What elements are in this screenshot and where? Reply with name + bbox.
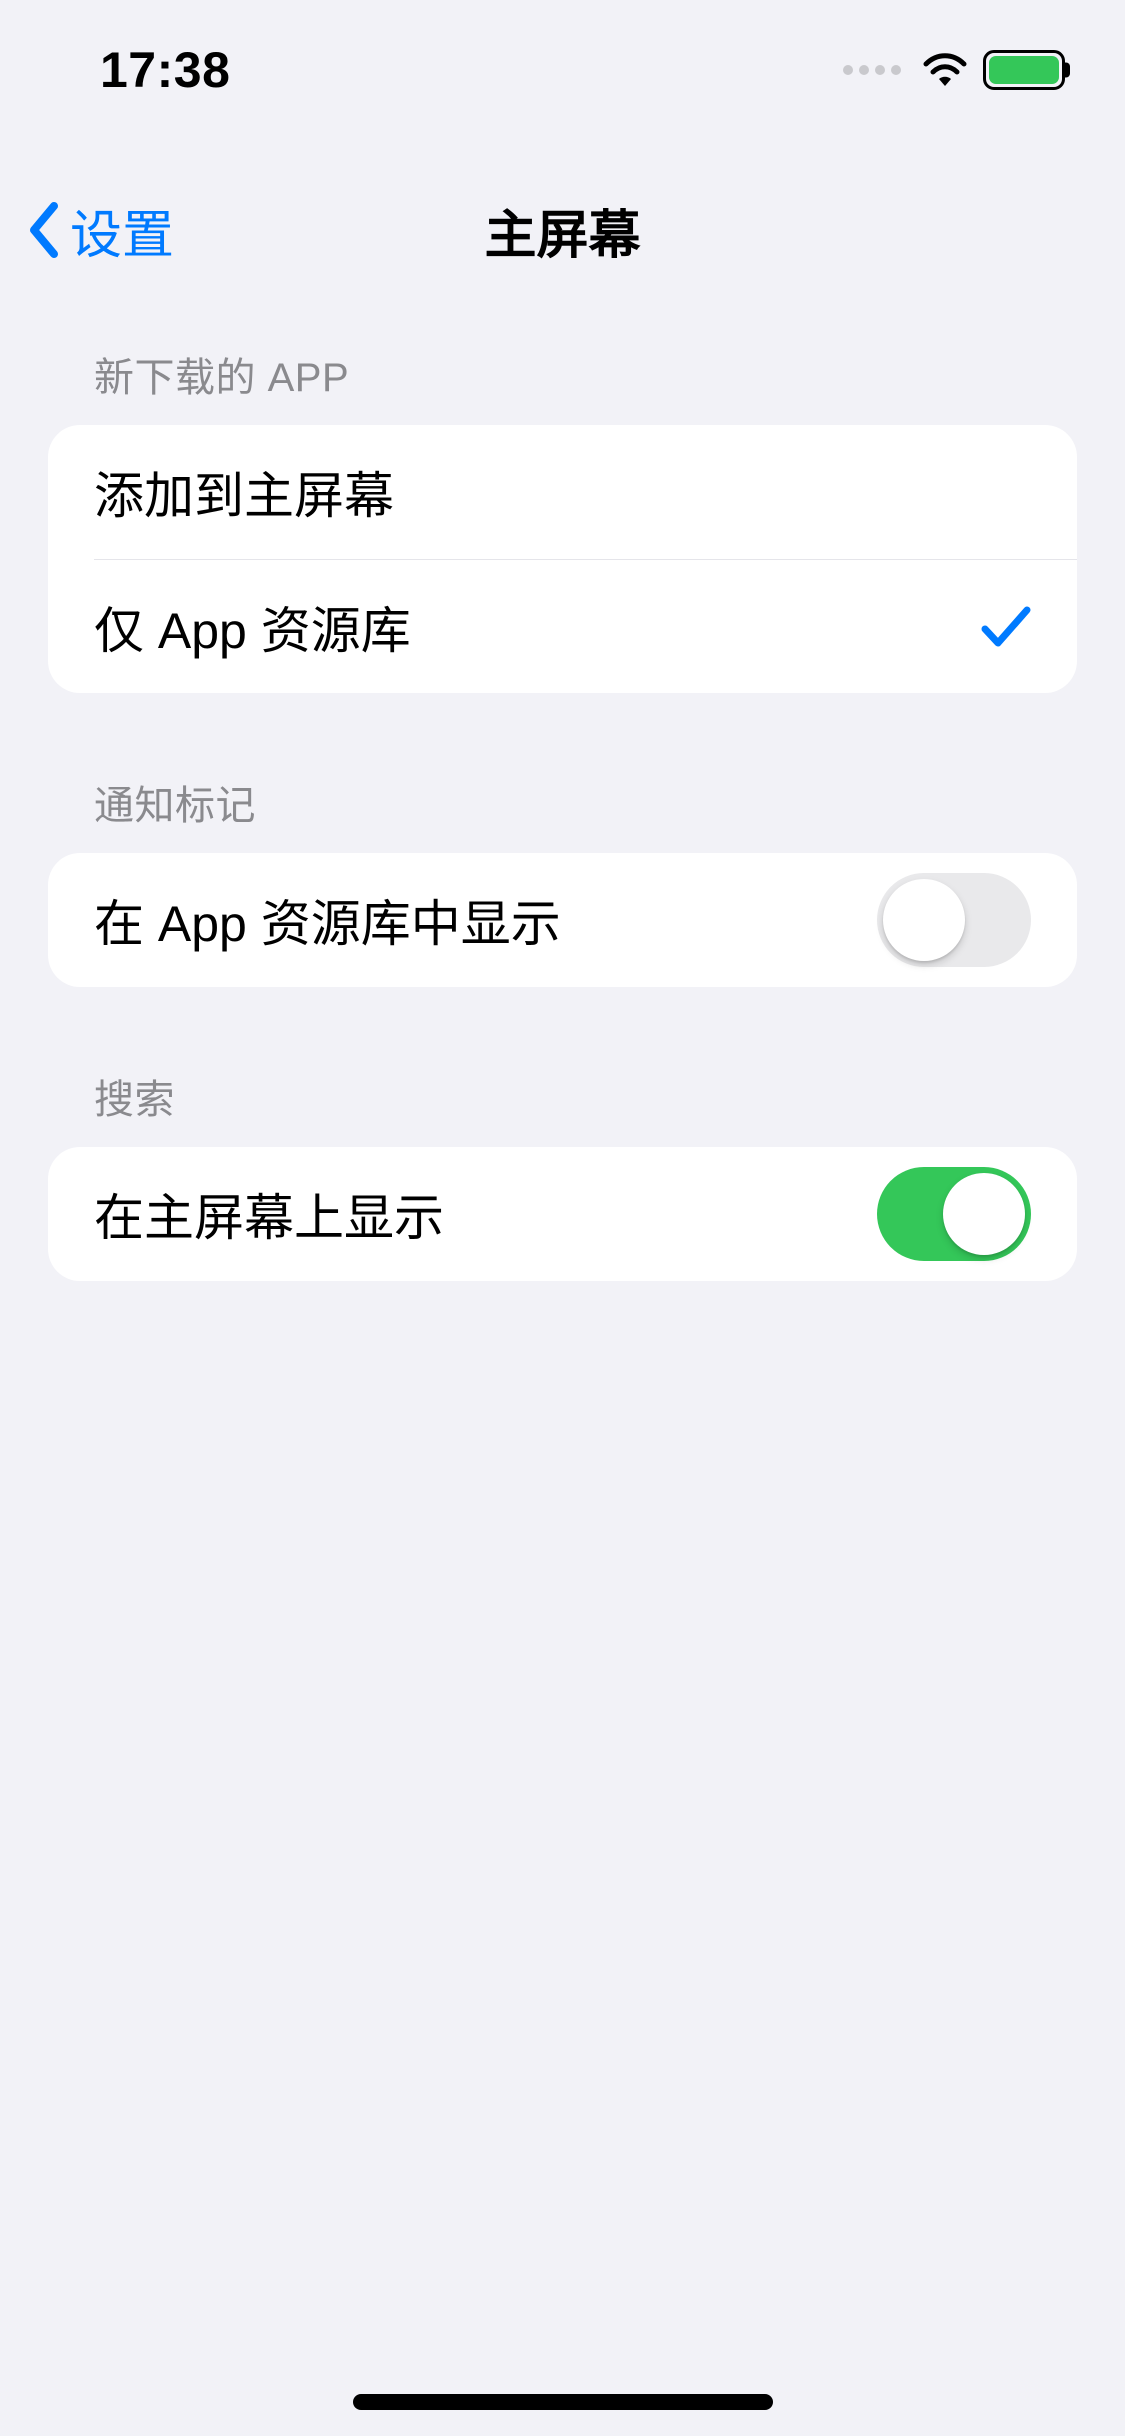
- option-add-to-home[interactable]: 添加到主屏幕: [48, 425, 1077, 559]
- option-label: 添加到主屏幕: [94, 456, 394, 528]
- group-notification-badges: 在 App 资源库中显示: [48, 853, 1077, 987]
- toggle-show-on-home-screen[interactable]: [877, 1167, 1031, 1261]
- wifi-icon: [921, 52, 969, 88]
- back-button[interactable]: 设置: [20, 160, 184, 300]
- checkmark-icon: [981, 605, 1031, 649]
- section-header-notification-badges: 通知标记: [48, 773, 1077, 853]
- status-right: [843, 50, 1065, 90]
- cellular-dots-icon: [843, 65, 901, 75]
- content: 新下载的 APP 添加到主屏幕 仅 App 资源库 通知标记 在 App 资源库…: [0, 345, 1125, 1361]
- group-search: 在主屏幕上显示: [48, 1147, 1077, 1281]
- home-indicator[interactable]: [353, 2394, 773, 2410]
- chevron-left-icon: [26, 202, 62, 258]
- status-bar: 17:38: [0, 0, 1125, 140]
- section-notification-badges: 通知标记 在 App 资源库中显示: [48, 773, 1077, 987]
- option-label: 仅 App 资源库: [94, 591, 411, 663]
- option-app-library-only[interactable]: 仅 App 资源库: [94, 559, 1077, 693]
- row-show-on-home-screen: 在主屏幕上显示: [48, 1147, 1077, 1281]
- section-newly-downloaded: 新下载的 APP 添加到主屏幕 仅 App 资源库: [48, 345, 1077, 693]
- section-search: 搜索 在主屏幕上显示: [48, 1067, 1077, 1281]
- row-label: 在 App 资源库中显示: [94, 884, 561, 956]
- status-time: 17:38: [100, 41, 230, 99]
- navigation-bar: 设置 主屏幕: [0, 160, 1125, 300]
- section-header-search: 搜索: [48, 1067, 1077, 1147]
- battery-icon: [983, 50, 1065, 90]
- row-label: 在主屏幕上显示: [94, 1178, 444, 1250]
- section-header-newly-downloaded: 新下载的 APP: [48, 345, 1077, 425]
- row-show-in-app-library: 在 App 资源库中显示: [48, 853, 1077, 987]
- back-label: 设置: [70, 193, 174, 268]
- group-newly-downloaded: 添加到主屏幕 仅 App 资源库: [48, 425, 1077, 693]
- toggle-show-in-app-library[interactable]: [877, 873, 1031, 967]
